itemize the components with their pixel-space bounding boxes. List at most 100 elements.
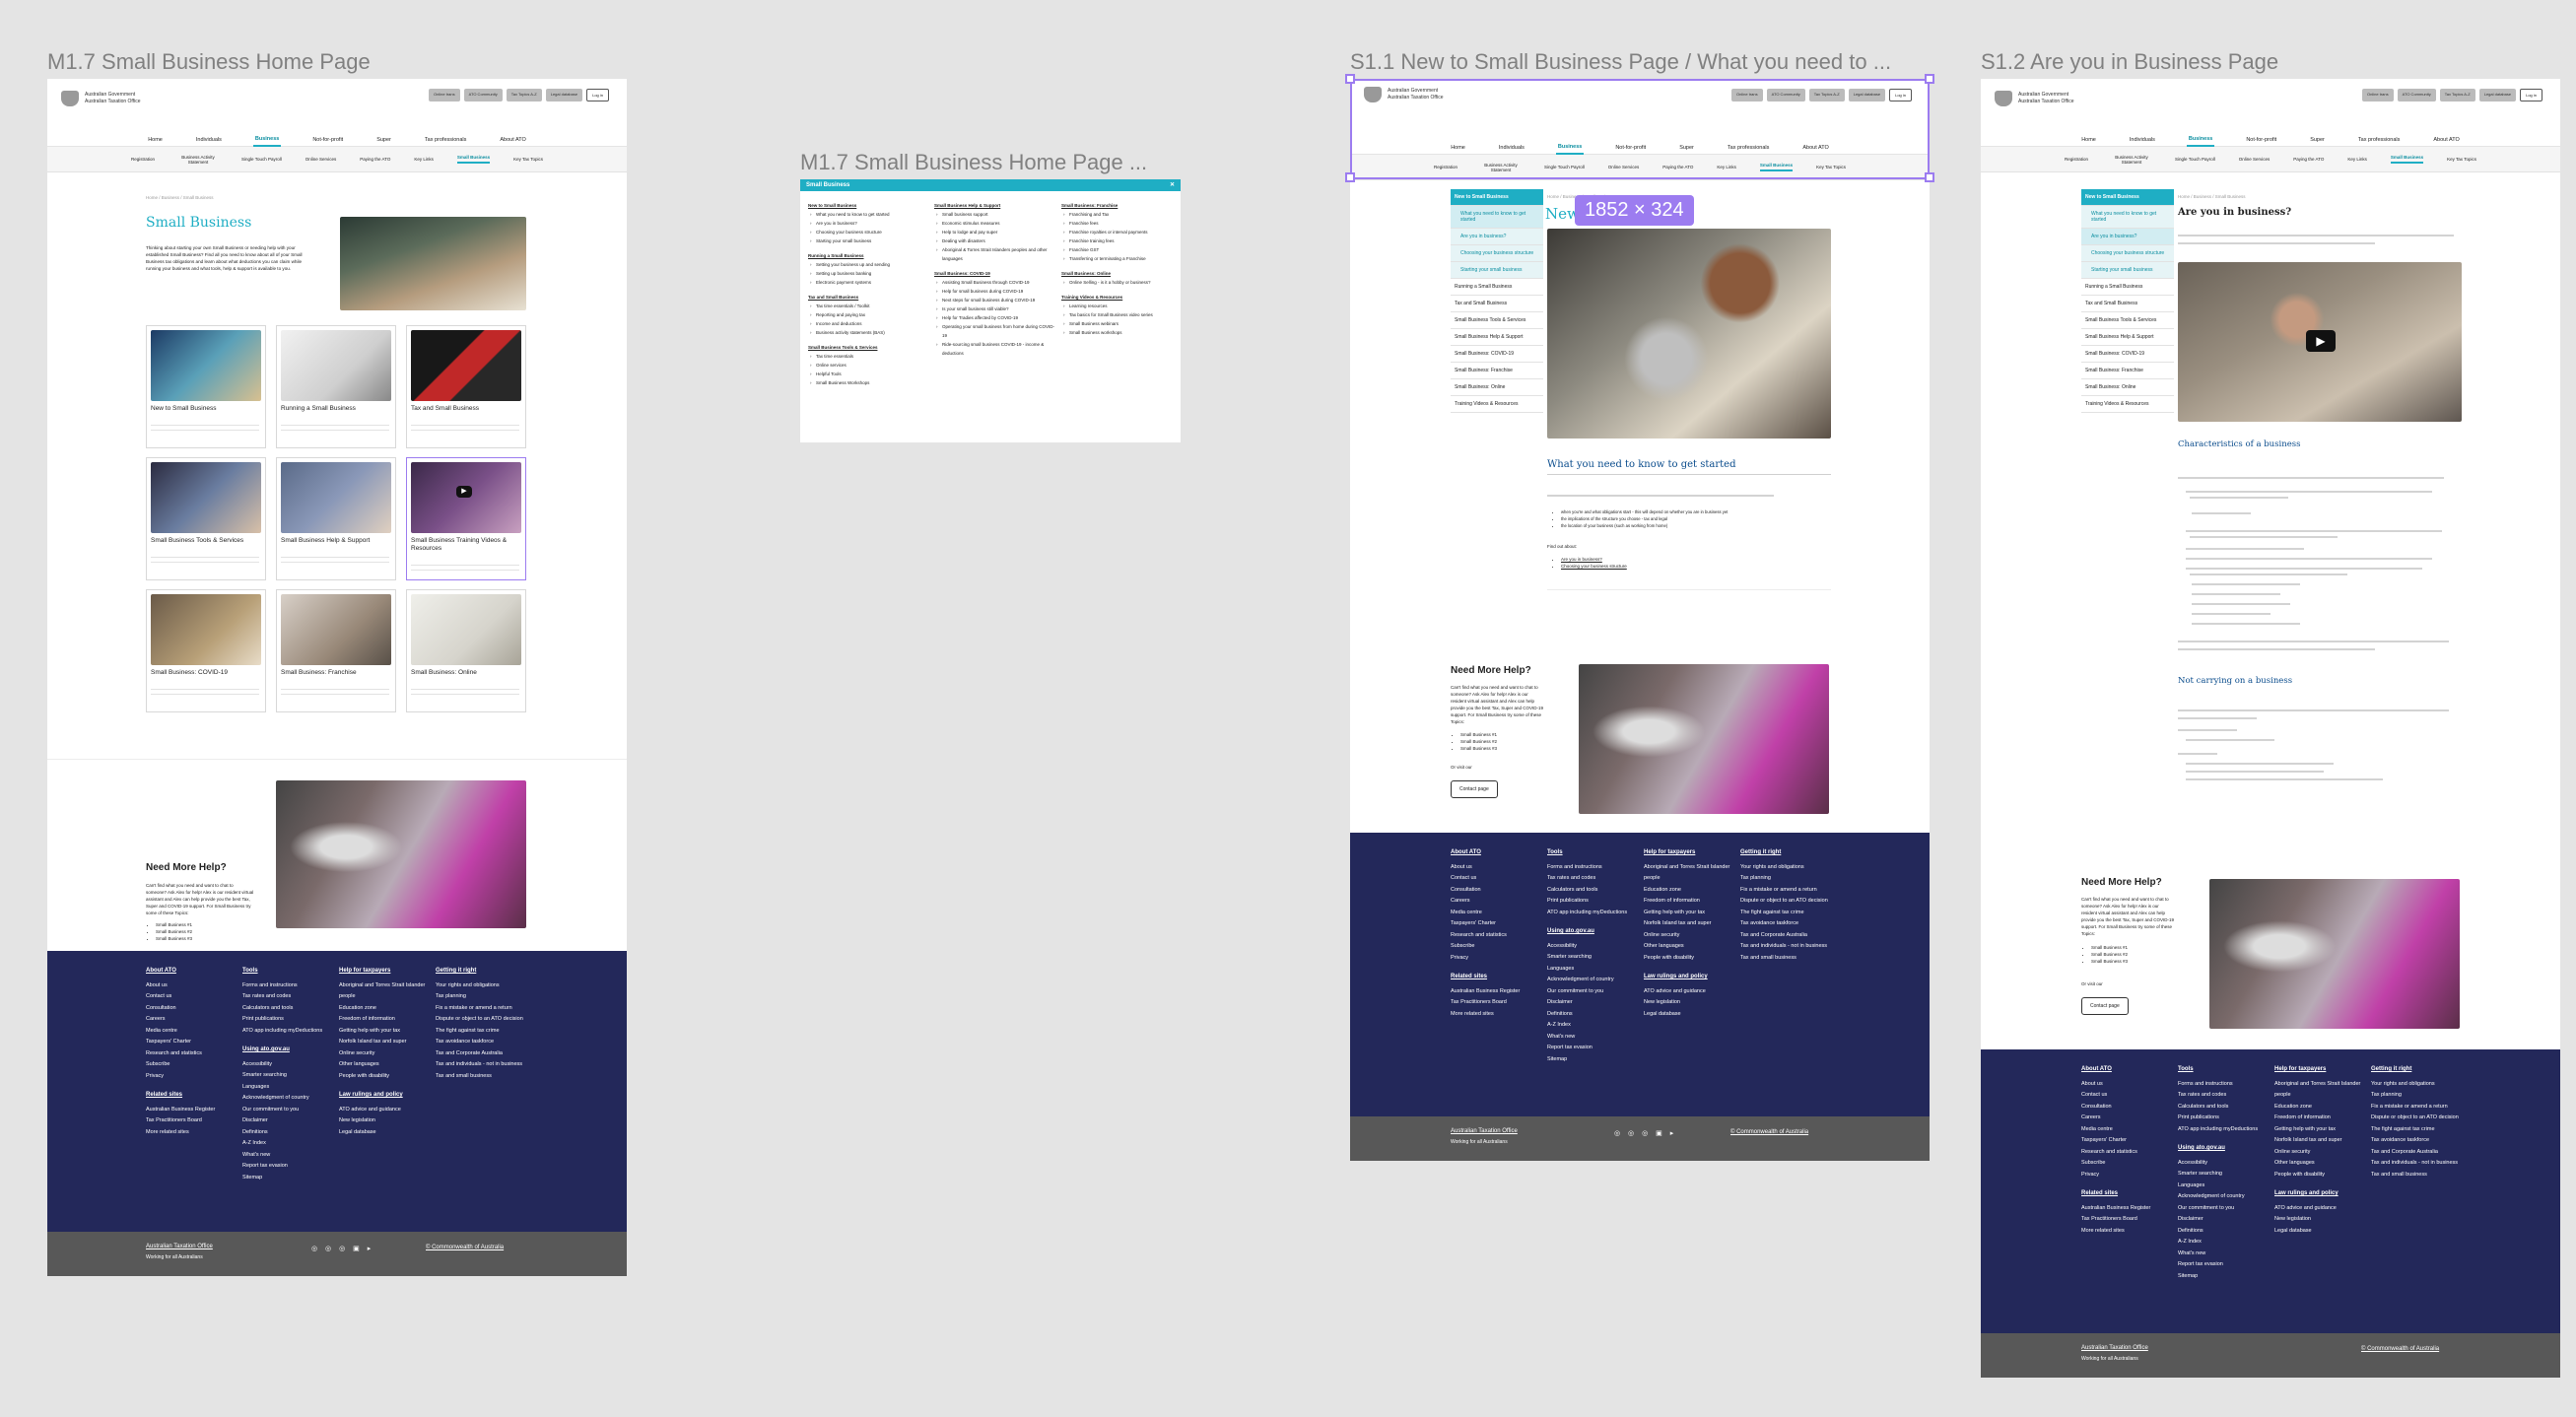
footer-link[interactable]: Contact us [1451,873,1539,885]
footer-link[interactable]: Sitemap [1547,1054,1638,1066]
menu-heading[interactable]: Small Business Help & Support [934,201,1056,210]
footer-link[interactable]: Subscribe [2081,1158,2170,1170]
util-link[interactable]: Tax Topics A-Z [506,89,542,101]
footer-link[interactable]: Forms and instructions [1547,862,1638,874]
footer-heading[interactable]: Related sites [146,1090,235,1102]
footer-heading[interactable]: Tools [1547,847,1638,859]
footer-heading[interactable]: Using ato.gov.au [1547,926,1638,938]
play-button[interactable]: ▶ [2306,330,2336,352]
footer-link[interactable]: People with disability [2274,1170,2365,1181]
footer-link[interactable]: Smarter searching [1547,952,1638,964]
footer-org-link[interactable]: Australian Taxation Office [1451,1128,1518,1134]
footer-link[interactable]: Australian Business Register [2081,1203,2170,1215]
footer-link[interactable]: The fight against tax crime [1740,908,1831,919]
footer-link[interactable]: Sitemap [2178,1271,2269,1283]
footer-link[interactable]: ATO app including myDeductions [242,1026,333,1038]
footer-link[interactable]: Careers [146,1014,235,1026]
footer-link[interactable]: Freedom of information [2274,1113,2365,1124]
ato-logo[interactable]: Australian Government Australian Taxation… [61,91,141,106]
help-topic[interactable]: Small Business #1 [1460,731,1497,738]
footer-link[interactable]: Aboriginal and Torres Strait Islander pe… [1644,862,1734,885]
footer-link[interactable]: About us [1451,862,1539,874]
nav-business[interactable]: Business [252,133,282,147]
menu-item[interactable]: Aboriginal & Torres Strait Islanders peo… [934,245,1056,263]
help-topic[interactable]: Small Business #3 [156,935,192,942]
menu-item[interactable]: Is your small business still viable? [934,304,1056,313]
footer-link[interactable]: The fight against tax crime [436,1026,526,1038]
footer-link[interactable]: Disclaimer [1547,997,1638,1009]
footer-link[interactable]: A-Z Index [2178,1237,2269,1248]
footer-link[interactable]: Dispute or object to an ATO decision [2371,1113,2462,1124]
copyright-link[interactable]: © Commonwealth of Australia [426,1245,504,1250]
footer-heading[interactable]: Tools [2178,1064,2269,1076]
footer-link[interactable]: Smarter searching [2178,1169,2269,1181]
footer-heading[interactable]: Using ato.gov.au [2178,1143,2269,1155]
menu-heading[interactable]: Small Business: Franchise [1061,201,1176,210]
menu-item[interactable]: What you need to know to get started [808,210,930,219]
footer-heading[interactable]: Help for taxpayers [1644,847,1734,859]
footer-link[interactable]: Tax and individuals - not in business [2371,1158,2462,1170]
menu-item[interactable]: Small Business webinars [1061,319,1176,328]
footer-link[interactable]: ATO app including myDeductions [1547,908,1638,919]
footer-link[interactable]: Freedom of information [1644,896,1734,908]
help-topic[interactable]: Small Business #1 [156,921,192,928]
subnav-registration[interactable]: Registration [2065,157,2088,162]
footer-link[interactable]: Print publications [1547,896,1638,908]
footer-link[interactable]: Tax rates and codes [1547,873,1638,885]
tile-running-a-small-business[interactable]: Running a Small Business [276,325,396,448]
footer-link[interactable]: Australian Business Register [1451,986,1539,998]
menu-item[interactable]: Help to lodge and pay super [934,228,1056,236]
frame-title-s12[interactable]: S1.2 Are you in Business Page [1981,49,2278,75]
nav-individuals[interactable]: Individuals [194,134,224,146]
menu-item[interactable]: Tax time essentials / Toolkit [808,302,930,310]
footer-link[interactable]: Your rights and obligations [436,980,526,992]
nav-about-ato[interactable]: About ATO [2431,134,2461,146]
footer-heading[interactable]: Help for taxpayers [2274,1064,2365,1076]
footer-link[interactable]: Tax and Corporate Australia [2371,1147,2462,1159]
sidenav-item[interactable]: Tax and Small Business [1451,296,1543,312]
footer-link[interactable]: Sitemap [242,1173,333,1184]
footer-link[interactable]: Norfolk Island tax and super [339,1037,430,1048]
footer-link[interactable]: Our commitment to you [242,1105,333,1116]
sidenav-head[interactable]: New to Small Business [1451,189,1543,206]
util-link[interactable]: Tax Topics A-Z [2439,89,2475,101]
selection-box[interactable] [1350,79,1930,179]
breadcrumb[interactable]: Home / Business / Small Business [2178,194,2246,199]
footer-link[interactable]: Media centre [2081,1124,2170,1136]
footer-link[interactable]: Other languages [1644,941,1734,953]
footer-link[interactable]: Tax and Corporate Australia [436,1048,526,1060]
subnav-key-tax-topics[interactable]: Key Tax Topics [2447,157,2476,162]
nav-individuals[interactable]: Individuals [2128,134,2157,146]
copyright-link[interactable]: © Commonwealth of Australia [1730,1129,1808,1135]
sidenav-item[interactable]: Small Business: COVID-19 [2081,346,2174,363]
footer-link[interactable]: Languages [1547,964,1638,976]
menu-item[interactable]: Next steps for small business during COV… [934,296,1056,304]
sidenav-sub[interactable]: Choosing your business structure [2081,245,2174,262]
nav-home[interactable]: Home [146,134,165,146]
footer-link[interactable]: Privacy [1451,953,1539,965]
footer-link[interactable]: Report tax evasion [242,1161,333,1173]
sidenav-item[interactable]: Training Videos & Resources [1451,396,1543,413]
menu-item[interactable]: Operating your small business from home … [934,322,1056,340]
help-topic[interactable]: Small Business #2 [1460,738,1497,745]
menu-item[interactable]: Income and deductions [808,319,930,328]
footer-link[interactable]: Disclaimer [242,1115,333,1127]
subnav-key-links[interactable]: Key Links [414,157,434,162]
footer-heading[interactable]: Getting it right [1740,847,1831,859]
subnav-key-tax-topics[interactable]: Key Tax Topics [513,157,543,162]
footer-link[interactable]: More related sites [2081,1226,2170,1238]
contact-page-button[interactable]: Contact page [2081,997,2129,1015]
footer-link[interactable]: Research and statistics [2081,1147,2170,1159]
menu-item[interactable]: Online services [808,361,930,370]
footer-link[interactable]: Disclaimer [2178,1214,2269,1226]
resize-handle[interactable] [1345,172,1355,182]
help-topic[interactable]: Small Business #3 [1460,745,1497,752]
menu-item[interactable]: Small Business Workshops [808,378,930,387]
footer-link[interactable]: Tax avoidance taskforce [436,1037,526,1048]
menu-item[interactable]: Franchise GST [1061,245,1176,254]
footer-link[interactable]: Tax rates and codes [242,991,333,1003]
footer-link[interactable]: Subscribe [146,1059,235,1071]
subnav-small-business[interactable]: Small Business [456,155,491,164]
sidenav-sub-active[interactable]: Are you in business? [2081,229,2174,245]
subnav-online-services[interactable]: Online Services [305,157,337,162]
